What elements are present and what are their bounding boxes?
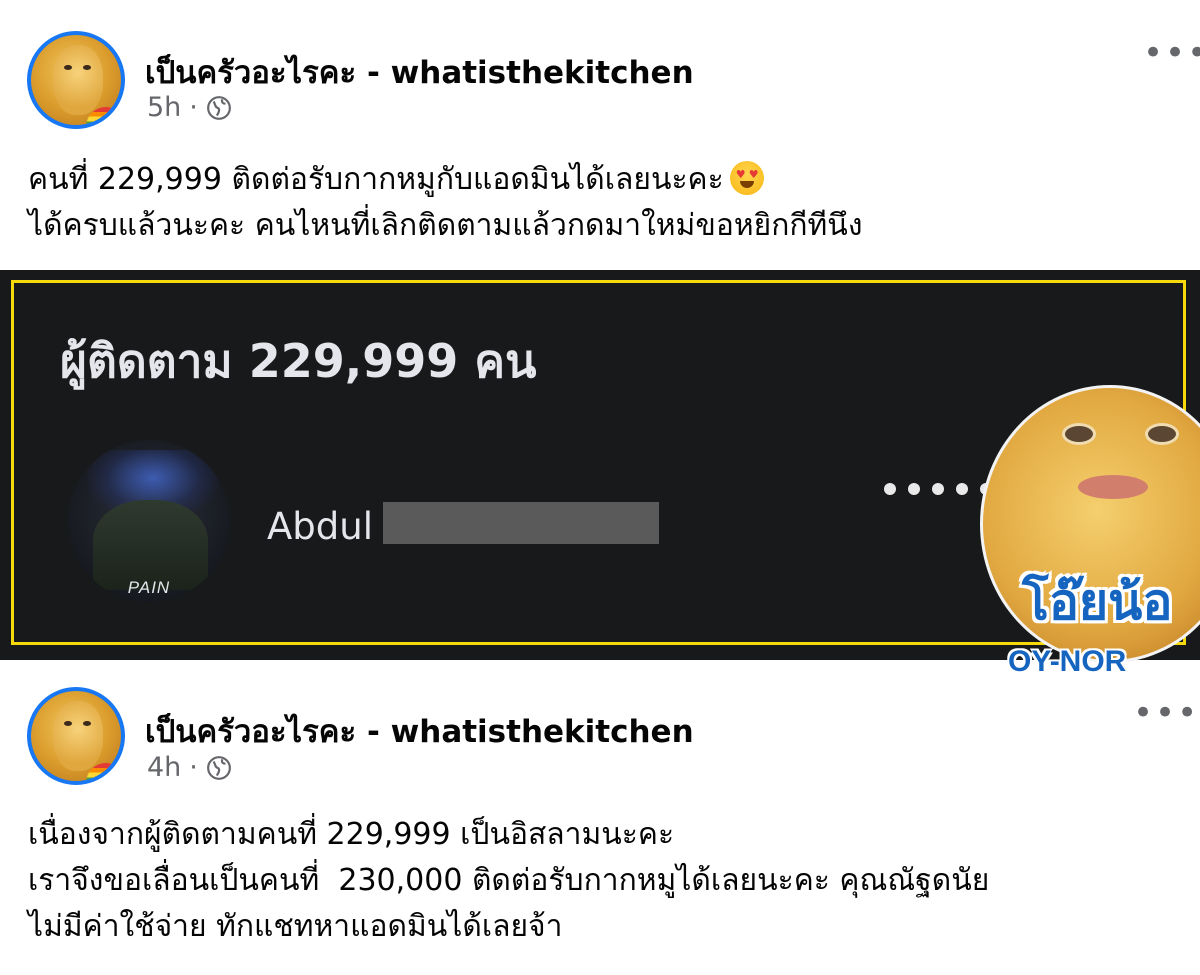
post-text: เนื่องจากผู้ติดตามคนที่ 229,999 เป็นอิสล… [28,812,989,950]
post-text-line-1: คนที่ 229,999 ติดต่อรับกากหมูกับแอดมินได… [28,157,862,203]
page-name[interactable]: เป็นครัวอะไรคะ - whatisthekitchen [145,706,694,756]
post-meta: 5h · [147,92,232,123]
page-avatar[interactable] [27,31,125,129]
page-avatar[interactable] [27,687,125,785]
globe-icon [206,95,231,120]
post-text-line-2: ได้ครบแล้วนะคะ คนไหนที่เลิกติดตามแล้วกดม… [28,208,863,243]
followers-count-title: ผู้ติดตาม 229,999 คน [60,334,537,388]
avatar-tag: PAIN [127,578,171,597]
post-2: เป็นครัวอะไรคะ - whatisthekitchen 4h · •… [0,660,1200,975]
post-meta: 4h · [147,752,232,783]
globe-icon [206,755,231,780]
heart-eyes-emoji-icon: ♥ ♥ [729,161,764,195]
post-text-line-3: ไม่มีค่าใช้จ่าย ทักแชทหาแอดมินได้เลยจ้า [28,909,563,944]
sticker-text-thai: โอ๊ยน้อ [1022,573,1173,631]
meta-separator: · [189,92,198,123]
meta-separator: · [189,752,198,783]
post-text-line-1: เนื่องจากผู้ติดตามคนที่ 229,999 เป็นอิสล… [28,817,675,852]
post-time[interactable]: 4h [147,752,181,783]
post-text: คนที่ 229,999 ติดต่อรับกากหมูกับแอดมินได… [28,157,862,249]
post-1: เป็นครัวอะไรคะ - whatisthekitchen 5h · •… [0,0,1200,270]
more-options-icon[interactable]: ••• [1143,36,1200,70]
post-text-line-2: เราจึงขอเลื่อนเป็นคนที่ 230,000 ติดต่อรั… [28,863,990,898]
follower-name: Abdul [267,505,374,548]
follower-avatar: PAIN [68,440,230,602]
more-options-icon[interactable]: ••• [1133,696,1199,730]
page-name[interactable]: เป็นครัวอะไรคะ - whatisthekitchen [145,47,694,97]
reaction-sticker: โอ๊ยน้อ OY-NOR [980,385,1200,685]
redaction-bar [383,502,659,544]
post-time[interactable]: 5h [147,92,181,123]
